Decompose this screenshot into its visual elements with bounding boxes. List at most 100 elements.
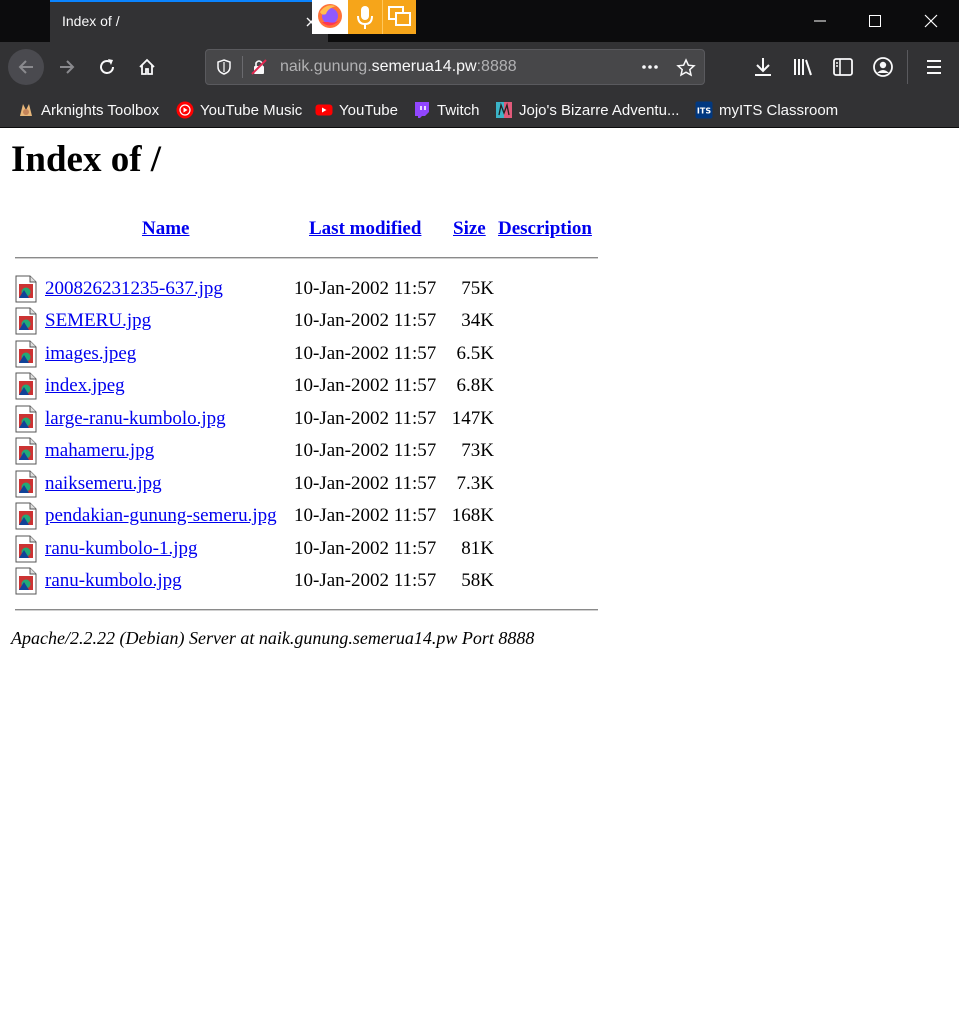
image-file-icon (15, 307, 37, 335)
close-window-button[interactable] (902, 0, 958, 42)
file-row: images.jpeg 10-Jan-2002 11:57 6.5K (15, 339, 615, 371)
column-header-size-link[interactable]: Size (453, 218, 486, 240)
url-prefix: naik.gunung. (280, 58, 372, 75)
navigation-toolbar: naik.gunung.semerua14.pw:8888 (0, 42, 959, 92)
sidebar-toggle-icon[interactable] (831, 55, 855, 79)
file-link[interactable]: naiksemeru.jpg (45, 473, 162, 495)
page-actions-menu-icon[interactable] (641, 58, 659, 76)
hamburger-menu-icon[interactable] (922, 55, 946, 79)
home-icon (139, 58, 155, 75)
url-text[interactable]: naik.gunung.semerua14.pw:8888 (280, 58, 517, 76)
title-bar: Index of / (0, 0, 959, 42)
file-size: 168K (451, 505, 494, 526)
youtube-music-icon (176, 101, 194, 119)
forward-button[interactable] (49, 49, 85, 85)
image-file-icon (15, 275, 37, 303)
bookmark-jojos-bizarre-adventure[interactable]: Jojo's Bizarre Adventu... (495, 100, 679, 120)
file-last-modified: 10-Jan-2002 11:57 (294, 408, 437, 429)
file-row: ranu-kumbolo-1.jpg 10-Jan-2002 11:57 81K (15, 534, 615, 566)
file-last-modified: 10-Jan-2002 11:57 (294, 343, 437, 364)
file-last-modified: 10-Jan-2002 11:57 (294, 375, 437, 396)
file-link[interactable]: pendakian-gunung-semeru.jpg (45, 505, 277, 527)
address-bar-separator (242, 56, 243, 78)
file-size: 75K (461, 278, 494, 299)
file-last-modified: 10-Jan-2002 11:57 (294, 538, 437, 559)
file-last-modified: 10-Jan-2002 11:57 (294, 473, 437, 494)
back-button[interactable] (8, 49, 44, 85)
file-link[interactable]: images.jpeg (45, 343, 136, 365)
page-title: Index of / (11, 139, 162, 180)
reload-icon (100, 59, 114, 74)
reload-button[interactable] (89, 49, 125, 85)
bookmark-label: myITS Classroom (719, 101, 839, 119)
file-row: index.jpeg 10-Jan-2002 11:57 6.8K (15, 371, 615, 403)
file-last-modified: 10-Jan-2002 11:57 (294, 570, 437, 591)
image-file-icon (15, 567, 37, 595)
file-row: mahameru.jpg 10-Jan-2002 11:57 73K (15, 436, 615, 468)
bookmark-arknights-toolbox[interactable]: Arknights Toolbox (17, 100, 159, 120)
tab-index-of[interactable]: Index of / (50, 0, 328, 42)
file-row: naiksemeru.jpg 10-Jan-2002 11:57 7.3K (15, 469, 615, 501)
image-file-icon (15, 502, 37, 530)
file-size: 6.8K (456, 375, 494, 396)
microphone-icon[interactable] (348, 0, 383, 34)
bookmark-youtube[interactable]: YouTube (315, 100, 398, 120)
minimize-button[interactable] (791, 0, 847, 42)
file-size: 147K (451, 408, 494, 429)
bookmark-star-icon[interactable] (676, 58, 696, 77)
library-icon[interactable] (791, 55, 815, 79)
file-last-modified: 10-Jan-2002 11:57 (294, 310, 437, 331)
page-content: Index of / Name Last modified Size Descr… (1, 128, 958, 1023)
account-icon[interactable] (871, 55, 895, 79)
file-row: ranu-kumbolo.jpg 10-Jan-2002 11:57 58K (15, 566, 615, 598)
url-host: semerua14.pw (371, 58, 477, 75)
image-file-icon (15, 437, 37, 465)
minimize-icon (814, 20, 826, 22)
file-link[interactable]: large-ranu-kumbolo.jpg (45, 408, 226, 430)
address-bar[interactable]: naik.gunung.semerua14.pw:8888 (205, 49, 705, 85)
file-size: 6.5K (456, 343, 494, 364)
image-file-icon (15, 372, 37, 400)
server-signature: Apache/2.2.22 (Debian) Server at naik.gu… (11, 628, 535, 648)
arknights-icon (20, 104, 32, 116)
file-size: 81K (461, 538, 494, 559)
column-header-name-link[interactable]: Name (142, 218, 189, 240)
bookmark-label: YouTube (339, 101, 398, 119)
file-link[interactable]: ranu-kumbolo.jpg (45, 570, 182, 592)
maximize-icon (869, 15, 881, 27)
file-size: 58K (461, 570, 494, 591)
firefox-logo-icon[interactable] (312, 0, 348, 34)
bookmark-label: Jojo's Bizarre Adventu... (519, 101, 680, 119)
bookmarks-toolbar: Arknights Toolbox YouTube Music YouTube … (0, 92, 959, 128)
file-last-modified: 10-Jan-2002 11:57 (294, 440, 437, 461)
file-link[interactable]: index.jpeg (45, 375, 125, 397)
file-row: SEMERU.jpg 10-Jan-2002 11:57 34K (15, 306, 615, 338)
tracking-protection-shield-icon[interactable] (215, 58, 233, 76)
file-link[interactable]: SEMERU.jpg (45, 310, 151, 332)
url-port: :8888 (476, 58, 517, 75)
column-header-description-link[interactable]: Description (498, 218, 592, 240)
downloads-icon[interactable] (751, 55, 775, 79)
insecure-connection-icon[interactable] (250, 58, 268, 76)
extension-overlay (312, 0, 416, 34)
bookmark-twitch[interactable]: Twitch (413, 100, 480, 120)
twitch-icon (415, 102, 429, 118)
maximize-button[interactable] (846, 0, 902, 42)
youtube-icon (315, 104, 333, 116)
file-link[interactable]: ranu-kumbolo-1.jpg (45, 538, 198, 560)
bookmark-youtube-music[interactable]: YouTube Music (176, 100, 302, 120)
home-button[interactable] (129, 49, 165, 85)
image-file-icon (15, 405, 37, 433)
file-last-modified: 10-Jan-2002 11:57 (294, 278, 437, 299)
file-link[interactable]: mahameru.jpg (45, 440, 154, 462)
svg-text:ITS: ITS (697, 107, 711, 116)
column-header-last-modified-link[interactable]: Last modified (309, 218, 421, 240)
image-file-icon (15, 535, 37, 563)
screen-share-icon[interactable] (382, 0, 416, 34)
toolbar-separator (907, 50, 908, 84)
bookmark-label: YouTube Music (200, 101, 303, 119)
file-link[interactable]: 200826231235-637.jpg (45, 278, 223, 300)
file-last-modified: 10-Jan-2002 11:57 (294, 505, 437, 526)
bookmark-myits-classroom[interactable]: ITS myITS Classroom (695, 100, 838, 120)
file-row: pendakian-gunung-semeru.jpg 10-Jan-2002 … (15, 501, 615, 533)
